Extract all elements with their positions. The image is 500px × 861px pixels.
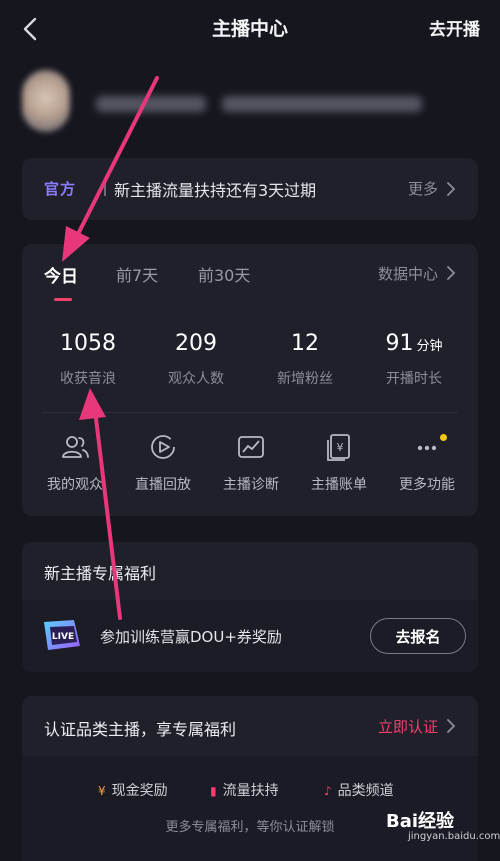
go-live-button[interactable]: 去开播 xyxy=(429,15,480,40)
chevron-right-icon xyxy=(447,266,456,280)
func-label: 我的观众 xyxy=(47,477,103,493)
divider xyxy=(42,412,458,413)
stat-value-new-fans: 12 xyxy=(291,331,319,356)
chevron-right-icon xyxy=(447,719,456,733)
benefit-row[interactable]: LIVE 参加训练营赢DOU+券奖励 去报名 xyxy=(22,600,478,672)
func-label: 主播诊断 xyxy=(223,477,279,493)
svg-text:¥: ¥ xyxy=(337,441,344,454)
active-tab-indicator xyxy=(54,298,72,301)
data-center-link[interactable]: 数据中心 xyxy=(378,263,438,284)
notice-message: 新主播流量扶持还有3天过期 xyxy=(114,181,317,200)
perk-cash: ¥ 现金奖励 xyxy=(98,780,168,800)
official-notice-card[interactable]: 官方 新主播流量扶持还有3天过期 更多 xyxy=(22,158,478,220)
signup-button[interactable]: 去报名 xyxy=(370,618,466,654)
notice-more-link[interactable]: 更多 xyxy=(408,178,438,199)
func-live-replay[interactable]: 直播回放 xyxy=(118,432,208,494)
top-bar: 主播中心 去开播 xyxy=(0,0,500,56)
certify-now-link[interactable]: 立即认证 xyxy=(378,716,438,737)
page-title: 主播中心 xyxy=(211,18,288,40)
watermark-logo-text: Bai经验 xyxy=(386,810,455,832)
stat-label-new-fans: 新增粉丝 xyxy=(277,371,333,387)
audience-icon xyxy=(62,436,89,458)
notice-separator xyxy=(104,180,106,196)
more-icon xyxy=(417,445,437,451)
func-bill[interactable]: ¥ 主播账单 xyxy=(294,432,384,494)
baidu-watermark: Bai经验 jingyan.baidu.com xyxy=(380,805,500,855)
profile-row[interactable] xyxy=(0,66,500,138)
certify-heading: 认证品类主播，享专属福利 xyxy=(44,720,237,739)
func-label: 主播账单 xyxy=(311,477,367,493)
stat-label-yinlang: 收获音浪 xyxy=(60,371,116,387)
stat-value-duration: 91 分钟 xyxy=(385,331,443,356)
stat-label-audience: 观众人数 xyxy=(168,371,224,387)
perk-label: 品类频道 xyxy=(337,783,394,799)
perk-label: 流量扶持 xyxy=(222,783,279,799)
func-label: 更多功能 xyxy=(399,477,455,493)
benefit-heading: 新主播专属福利 xyxy=(44,564,157,583)
stat-value-audience: 209 xyxy=(175,331,217,356)
stat-unit-minutes: 分钟 xyxy=(416,339,443,354)
perk-traffic: ▮ 流量扶持 xyxy=(210,780,279,800)
stats-card: 今日 前7天 前30天 数据中心 1058 收获音浪 209 观众人数 12 新… xyxy=(22,244,478,516)
avatar[interactable] xyxy=(22,70,70,132)
perk-label: 现金奖励 xyxy=(111,783,168,799)
bar-chart-icon: ▮ xyxy=(210,784,217,798)
replay-icon xyxy=(151,435,175,459)
tiktok-icon: ♪ xyxy=(324,784,332,798)
func-label: 直播回放 xyxy=(135,477,191,493)
notification-dot xyxy=(440,434,447,441)
yuan-icon: ¥ xyxy=(98,784,106,798)
stat-value-yinlang: 1058 xyxy=(60,331,116,356)
func-more[interactable]: 更多功能 xyxy=(382,432,472,494)
tab-7-days[interactable]: 前7天 xyxy=(116,262,158,286)
live-logo-text: LIVE xyxy=(52,632,74,642)
chevron-right-icon xyxy=(447,182,456,196)
blurred-name xyxy=(96,96,206,112)
benefit-text: 参加训练营赢DOU+券奖励 xyxy=(100,628,282,646)
tab-30-days[interactable]: 前30天 xyxy=(198,262,250,286)
blurred-id xyxy=(222,96,422,112)
new-streamer-benefit-card: 新主播专属福利 LIVE 参加训练营赢DOU+券奖励 去报名 xyxy=(22,542,478,672)
watermark-url: jingyan.baidu.com xyxy=(408,831,500,842)
bill-icon: ¥ xyxy=(327,434,350,461)
func-diagnosis[interactable]: 主播诊断 xyxy=(206,432,296,494)
func-my-audience[interactable]: 我的观众 xyxy=(30,432,120,494)
live-training-logo: LIVE xyxy=(44,620,80,650)
tab-today[interactable]: 今日 xyxy=(44,262,78,287)
perk-channel: ♪ 品类频道 xyxy=(324,780,394,800)
stat-label-duration: 开播时长 xyxy=(386,371,442,387)
diagnosis-icon xyxy=(238,436,264,458)
official-badge: 官方 xyxy=(44,180,77,198)
